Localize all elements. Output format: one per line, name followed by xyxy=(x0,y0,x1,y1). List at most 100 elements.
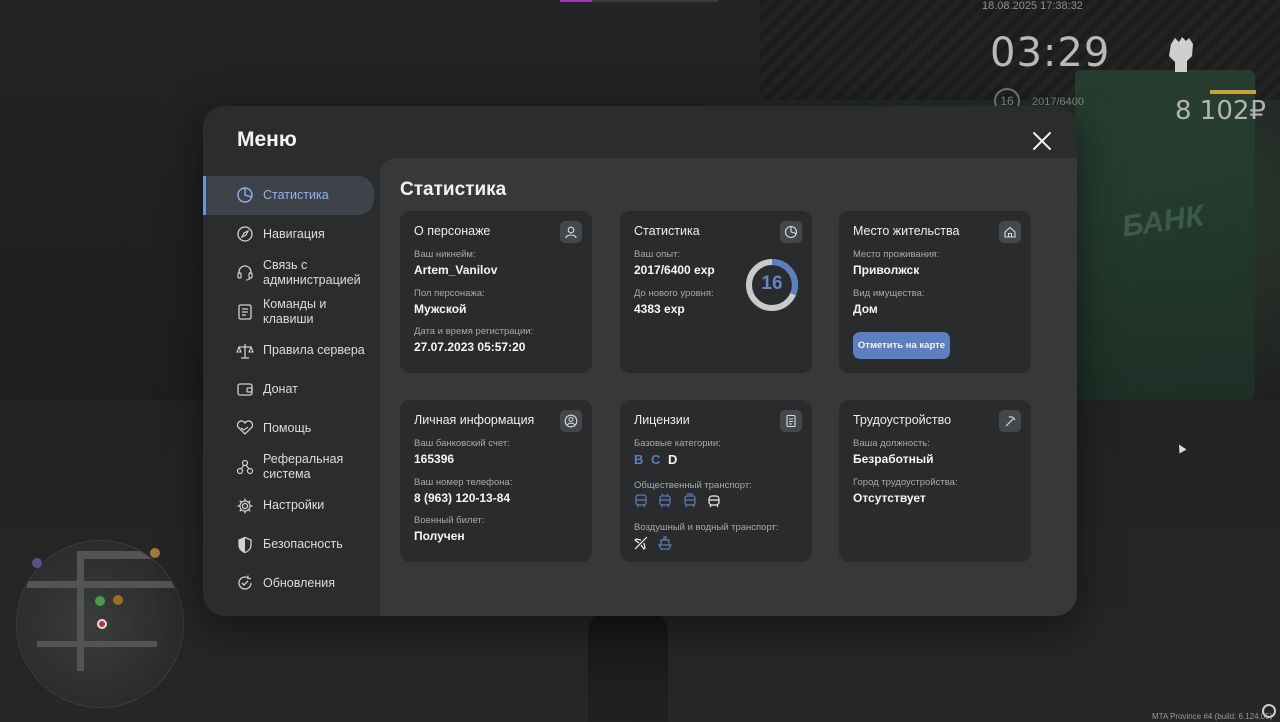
position-value: Безработный xyxy=(853,452,934,466)
close-icon[interactable] xyxy=(1031,130,1053,152)
residence-card: Место жительства Место проживания: Приво… xyxy=(839,211,1031,373)
nickname-value: Artem_Vanilov xyxy=(414,263,498,277)
sidebar-item-label: Правила сервера xyxy=(263,343,365,358)
sidebar-item-label: Связь с администрацией xyxy=(263,257,361,287)
plane-icon xyxy=(634,536,648,550)
character-card: О персонаже Ваш никнейм: Artem_Vanilov П… xyxy=(400,211,592,373)
card-title: О персонаже xyxy=(414,224,491,238)
card-title: Трудоустройство xyxy=(853,413,952,427)
content-panel: Статистика О персонаже Ваш никнейм: Arte… xyxy=(380,158,1077,616)
military-id-value: Получен xyxy=(414,529,465,543)
phone-label: Ваш номер телефона: xyxy=(414,477,513,488)
license-icon xyxy=(780,410,802,432)
boat-icon xyxy=(658,536,672,550)
sidebar-item-commands[interactable]: Команды и клавиши xyxy=(203,292,380,331)
sidebar-item-referral[interactable]: Реферальная система xyxy=(203,448,380,487)
next-level-label: До нового уровня: xyxy=(634,288,714,299)
license-category-b: B xyxy=(634,452,644,467)
top-progress-bar xyxy=(560,0,592,2)
sync-icon xyxy=(1262,704,1276,718)
sidebar-item-label: Донат xyxy=(263,381,298,396)
military-id-label: Военный билет: xyxy=(414,515,485,526)
scales-icon xyxy=(236,343,254,359)
property-type-label: Вид имущества: xyxy=(853,288,925,299)
property-type-value: Дом xyxy=(853,302,878,316)
sidebar-item-help[interactable]: Помощь xyxy=(203,409,380,448)
exp-value: 2017/6400 exp xyxy=(634,263,715,277)
hud-datetime: 18.08.2025 17:38:32 xyxy=(982,0,1083,12)
sidebar-item-label: Команды и клавиши xyxy=(263,296,327,326)
employment-city-value: Отсутствует xyxy=(853,491,926,505)
hud-clock: 03:29 xyxy=(990,30,1111,76)
top-progress-track xyxy=(592,0,718,2)
sidebar-item-updates[interactable]: Обновления xyxy=(203,564,380,603)
page-title: Статистика xyxy=(400,179,507,200)
position-label: Ваша должность: xyxy=(853,438,930,449)
metro-icon xyxy=(708,495,720,508)
fist-icon xyxy=(1169,37,1193,72)
heart-hands-icon xyxy=(236,420,254,436)
wallet-icon xyxy=(237,383,253,397)
sidebar-item-label: Обновления xyxy=(263,575,335,590)
sidebar-item-label: Реферальная система xyxy=(263,451,344,481)
user-circle-icon xyxy=(560,410,582,432)
sidebar-item-label: Навигация xyxy=(263,226,325,241)
sidebar-item-label: Безопасность xyxy=(263,537,343,552)
mark-on-map-button[interactable]: Отметить на карте xyxy=(853,332,950,359)
update-icon xyxy=(238,575,252,590)
hud-health-bar xyxy=(1210,90,1256,94)
bank-account-value: 165396 xyxy=(414,452,455,466)
sidebar-item-rules[interactable]: Правила сервера xyxy=(203,331,380,370)
sidebar-item-security[interactable]: Безопасность xyxy=(203,525,380,564)
sidebar: Статистика Навигация Связь с администрац… xyxy=(203,176,380,603)
public-transport-label: Общественный транспорт: xyxy=(634,480,752,491)
map-marker xyxy=(150,548,160,558)
home-icon xyxy=(999,221,1021,243)
sidebar-item-settings[interactable]: Настройки xyxy=(203,486,380,525)
licenses-card: Лицензии Базовые категории: B C D Общест… xyxy=(620,400,812,562)
employment-city-label: Город трудоустройства: xyxy=(853,477,958,488)
registration-label: Дата и время регистрации: xyxy=(414,326,534,337)
referral-icon xyxy=(236,459,254,475)
gear-icon xyxy=(237,498,253,514)
tram-icon xyxy=(684,493,696,508)
sidebar-item-label: Настройки xyxy=(263,498,325,513)
employment-card: Трудоустройство Ваша должность: Безработ… xyxy=(839,400,1031,562)
shield-icon xyxy=(238,536,252,553)
sidebar-item-donate[interactable]: Донат xyxy=(203,370,380,409)
license-category-c: C xyxy=(651,452,661,467)
player-character xyxy=(588,612,668,722)
hud-money: 8 102₽ xyxy=(1175,96,1266,126)
bank-account-label: Ваш банковский счет: xyxy=(414,438,510,449)
gender-label: Пол персонажа: xyxy=(414,288,485,299)
air-water-transport-label: Воздушный и водный транспорт: xyxy=(634,522,779,533)
place-label: Место проживания: xyxy=(853,249,940,260)
document-icon xyxy=(238,304,252,320)
headset-icon xyxy=(237,265,253,281)
card-title: Место жительства xyxy=(853,224,960,238)
sidebar-item-label: Статистика xyxy=(263,187,329,202)
level-number: 16 xyxy=(761,273,783,294)
card-title: Статистика xyxy=(634,224,700,238)
menu-window: Меню Статистика Навигация Связь с админи… xyxy=(203,106,1077,616)
sidebar-item-statistics[interactable]: Статистика xyxy=(203,176,374,215)
compass-icon xyxy=(237,226,253,242)
exp-label: Ваш опыт: xyxy=(634,249,681,260)
statistics-card: Статистика Ваш опыт: 2017/6400 exp До но… xyxy=(620,211,812,373)
bus-icon xyxy=(635,494,647,507)
next-level-value: 4383 exp xyxy=(634,302,685,316)
pickaxe-icon xyxy=(999,410,1021,432)
phone-value: 8 (963) 120-13-84 xyxy=(414,491,511,505)
registration-value: 27.07.2023 05:57:20 xyxy=(414,340,526,354)
menu-title: Меню xyxy=(237,128,297,151)
sidebar-item-navigation[interactable]: Навигация xyxy=(203,215,380,254)
sidebar-item-label: Помощь xyxy=(263,420,312,435)
license-category-d: D xyxy=(668,452,678,467)
build-info: MTA Province #4 (build: 6.124.05) xyxy=(1152,712,1273,721)
card-title: Личная информация xyxy=(414,413,535,427)
stats-pie-icon xyxy=(237,187,253,204)
user-icon xyxy=(560,221,582,243)
gender-value: Мужской xyxy=(414,302,467,316)
sidebar-item-admin-contact[interactable]: Связь с администрацией xyxy=(203,254,380,293)
place-value: Приволжск xyxy=(853,263,920,277)
